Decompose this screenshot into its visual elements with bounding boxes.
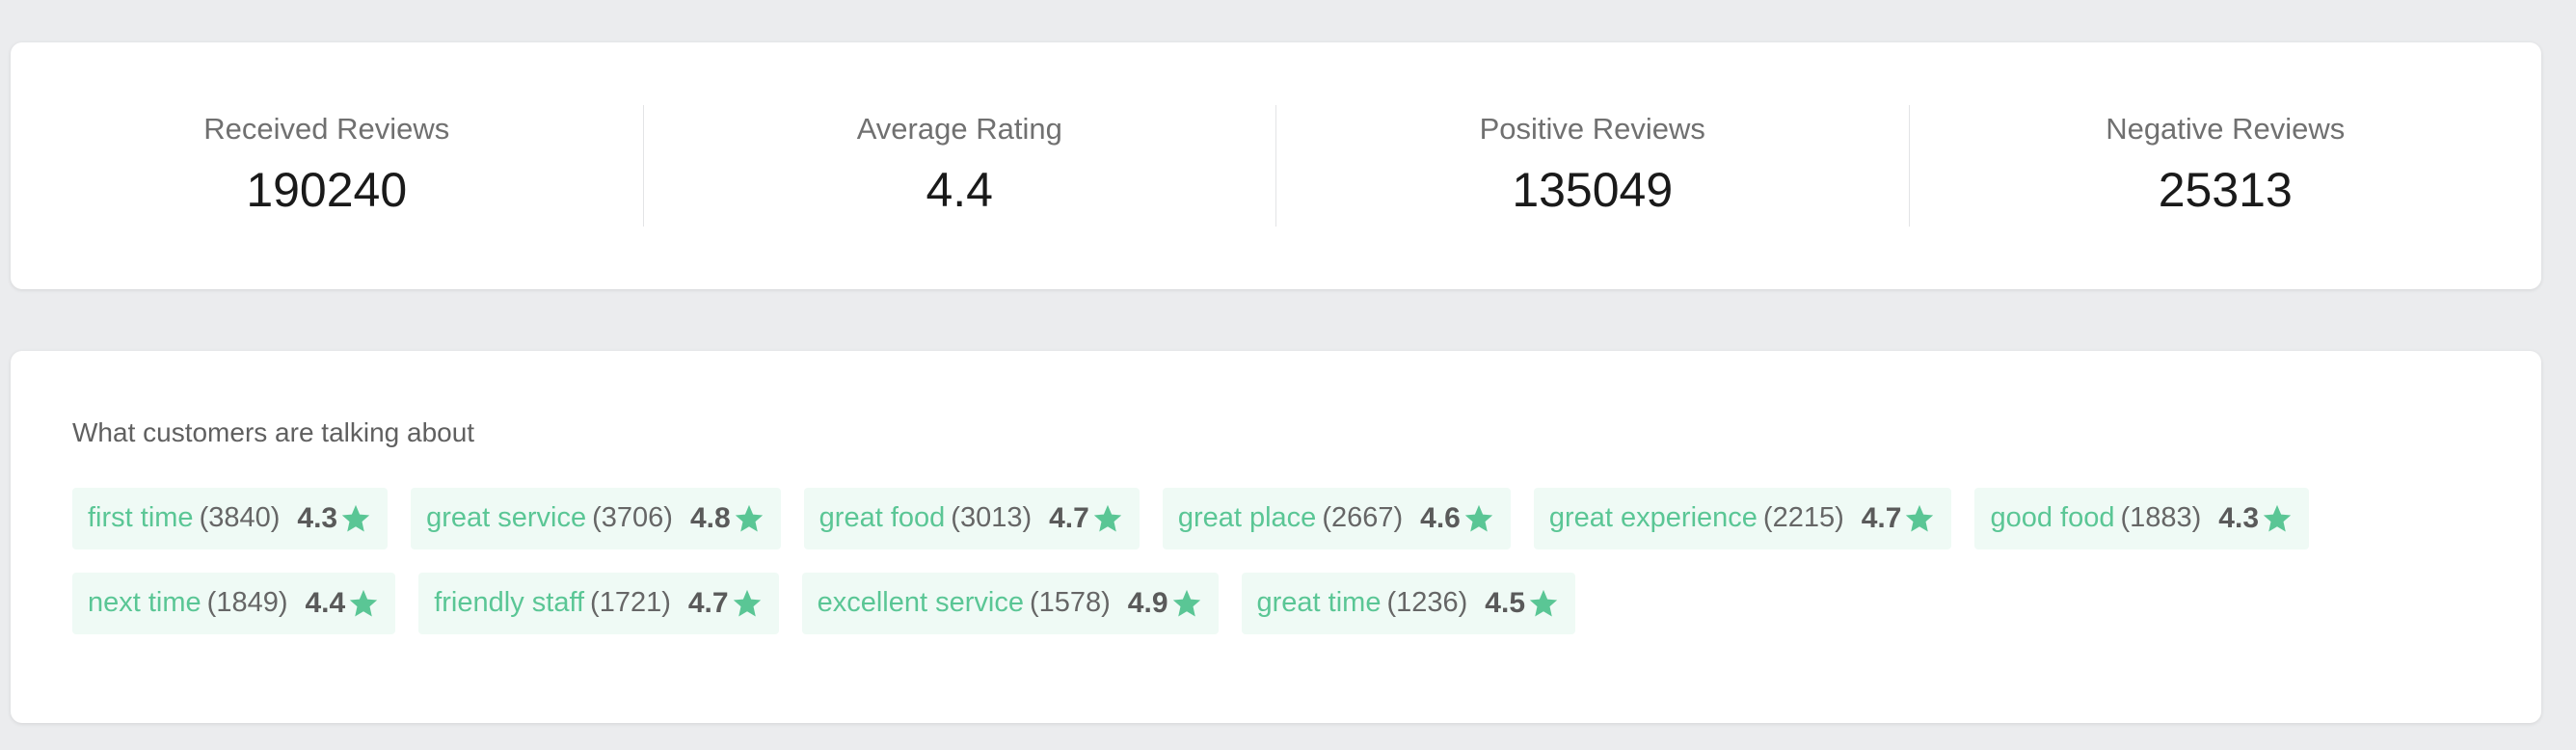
star-icon (1462, 502, 1495, 535)
tag-rating: 4.5 (1485, 586, 1526, 619)
stat-negative-reviews: Negative Reviews 25313 (1908, 105, 2542, 227)
stat-positive-reviews: Positive Reviews 135049 (1275, 105, 1909, 227)
topic-tag-next-time[interactable]: next time (1849) 4.4 (72, 572, 396, 634)
topic-tag-good-food[interactable]: good food (1883) 4.3 (1974, 487, 2310, 549)
tag-count: (1578) (1029, 587, 1111, 619)
stat-value: 25313 (2158, 163, 2293, 218)
star-icon (2261, 502, 2294, 535)
topic-tag-great-experience[interactable]: great experience (2215) 4.7 (1533, 487, 1952, 549)
tag-rating: 4.7 (1861, 501, 1902, 534)
tag-count: (2215) (1762, 502, 1844, 534)
star-icon (339, 502, 372, 535)
tag-name: great place (1177, 502, 1317, 534)
tag-rating: 4.3 (297, 501, 338, 534)
topic-tag-great-place[interactable]: great place (2667) 4.6 (1162, 487, 1511, 549)
star-icon (1091, 502, 1124, 535)
tag-rating: 4.8 (689, 501, 731, 534)
stat-received-reviews: Received Reviews 190240 (11, 105, 643, 227)
tag-count: (1721) (590, 587, 671, 619)
topics-card: What customers are talking about first t… (11, 351, 2541, 723)
tag-name: great experience (1548, 502, 1758, 534)
tag-count: (1849) (206, 587, 288, 619)
tag-name: friendly staff (434, 587, 585, 619)
stat-label: Average Rating (856, 112, 1062, 146)
topic-tag-friendly-staff[interactable]: friendly staff (1721) 4.7 (418, 572, 779, 634)
star-icon (731, 587, 764, 620)
tag-name: great service (426, 502, 587, 534)
tag-count: (2667) (1322, 502, 1404, 534)
tag-count: (3013) (951, 502, 1033, 534)
tag-count: (3840) (199, 502, 281, 534)
star-icon (347, 587, 380, 620)
tag-name: first time (88, 502, 194, 534)
stat-average-rating: Average Rating 4.4 (642, 105, 1276, 227)
topic-tag-list: first time (3840) 4.3 great service (370… (72, 487, 2386, 634)
tag-name: great time (1256, 587, 1382, 619)
topic-tag-first-time[interactable]: first time (3840) 4.3 (72, 487, 389, 549)
tag-rating: 4.7 (687, 586, 729, 619)
tag-rating: 4.6 (1420, 501, 1461, 534)
tag-count: (3706) (592, 502, 673, 534)
stat-label: Negative Reviews (2106, 112, 2346, 146)
tag-name: great food (818, 502, 946, 534)
star-icon (733, 502, 765, 535)
topic-tag-great-food[interactable]: great food (3013) 4.7 (803, 487, 1140, 549)
tag-rating: 4.4 (305, 586, 346, 619)
tag-count: (1883) (2120, 502, 2202, 534)
topic-tag-great-time[interactable]: great time (1236) 4.5 (1241, 572, 1576, 634)
star-icon (1170, 587, 1203, 620)
topics-heading: What customers are talking about (72, 417, 475, 447)
tag-count: (1236) (1386, 587, 1468, 619)
tag-name: next time (88, 587, 201, 619)
tag-name: excellent service (817, 587, 1024, 619)
stats-card: Received Reviews 190240 Average Rating 4… (11, 42, 2541, 289)
tag-rating: 4.7 (1049, 501, 1089, 534)
tag-rating: 4.9 (1127, 586, 1168, 619)
stat-label: Positive Reviews (1479, 112, 1705, 146)
tag-rating: 4.3 (2218, 501, 2260, 534)
topic-tag-great-service[interactable]: great service (3706) 4.8 (411, 487, 781, 549)
tag-name: good food (1990, 502, 2115, 534)
stat-value: 190240 (246, 163, 408, 218)
stat-label: Received Reviews (203, 112, 450, 146)
stat-value: 4.4 (926, 163, 993, 218)
star-icon (1903, 502, 1936, 535)
stat-value: 135049 (1512, 163, 1674, 218)
topic-tag-excellent-service[interactable]: excellent service (1578) 4.9 (801, 572, 1219, 634)
star-icon (1527, 587, 1560, 620)
